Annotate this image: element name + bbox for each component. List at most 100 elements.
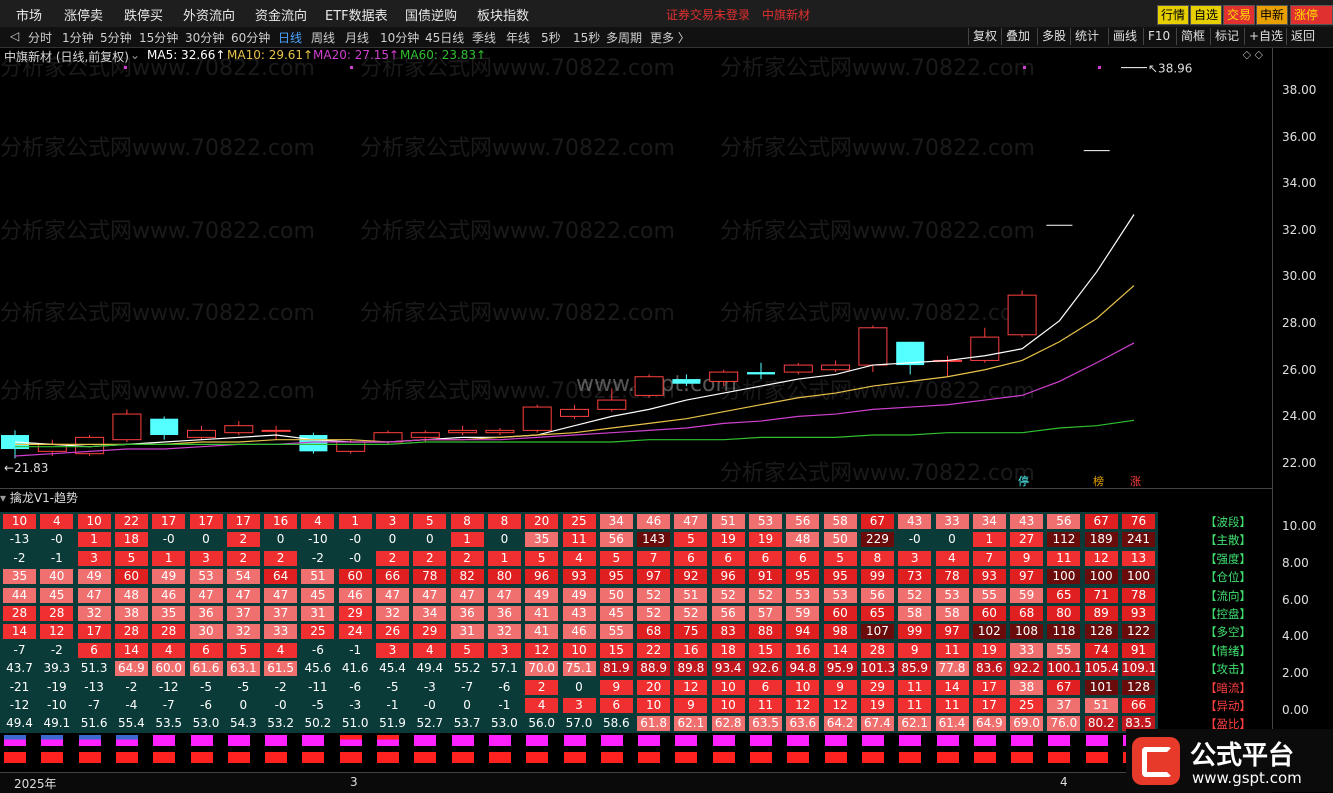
table-cell: 64 — [264, 569, 298, 585]
tool-btn-8[interactable]: +自选 — [1244, 28, 1283, 45]
top-marker-dot — [350, 66, 353, 69]
table-cell: 52 — [637, 606, 671, 621]
signal-square-bottom — [563, 752, 586, 763]
table-cell: 89 — [1084, 606, 1118, 621]
table-cell: 14 — [935, 679, 969, 695]
table-cell: 10 — [786, 679, 820, 695]
table-cell: 8 — [860, 550, 894, 566]
table-cell: 47 — [226, 587, 260, 603]
quick-btn-0[interactable]: 行情 — [1157, 5, 1190, 25]
table-cell: -5 — [237, 679, 250, 694]
period-tab-7[interactable]: 周线 — [311, 29, 335, 46]
month-label-4: 4 — [1060, 775, 1068, 789]
collapse-icon[interactable]: ▾ — [0, 491, 6, 505]
period-tab-0[interactable]: 分时 — [28, 29, 52, 46]
table-cell: 57.0 — [565, 716, 593, 731]
period-tab-13[interactable]: 5秒 — [541, 29, 561, 46]
table-cell: -2 — [125, 679, 138, 694]
table-cell: 122 — [1122, 624, 1155, 640]
table-cell: 91 — [749, 569, 782, 585]
table-cell: 4 — [301, 514, 335, 529]
table-cell: 241 — [1122, 532, 1155, 548]
table-cell: 55 — [1047, 642, 1081, 658]
menu-foreign-flow[interactable]: 外资流向 — [183, 5, 235, 24]
time-axis: 2025年 3 4 — [0, 772, 1272, 793]
signal-square-top — [302, 735, 325, 746]
menu-sector-index[interactable]: 板块指数 — [477, 5, 529, 24]
table-cell: 18 — [114, 532, 148, 548]
signal-square-top — [1085, 735, 1108, 746]
menu-reverse-repo[interactable]: 国债逆购 — [405, 5, 457, 24]
table-cell: 75 — [674, 624, 708, 640]
tool-btn-7[interactable]: 标记 — [1210, 28, 1239, 45]
period-tab-4[interactable]: 30分钟 — [185, 29, 224, 46]
table-cell: 35 — [152, 606, 186, 621]
signal-square-top — [1011, 735, 1034, 746]
table-cell: 3 — [189, 550, 223, 566]
table-cell: 80 — [487, 569, 521, 585]
tool-btn-3[interactable]: 统计 — [1070, 28, 1099, 45]
period-tab-9[interactable]: 10分钟 — [380, 29, 419, 46]
table-cell: 1 — [152, 550, 186, 566]
period-tab-6[interactable]: 日线 — [278, 29, 302, 46]
table-cell: 14 — [823, 642, 857, 658]
diamond-icon[interactable]: ◇ ◇ — [1243, 48, 1263, 61]
candlestick-chart[interactable]: ↖38.96 ←21.83 停 榜 涨 — [0, 62, 1272, 492]
menu-limit-down-buy[interactable]: 跌停买 — [124, 5, 163, 24]
period-tab-15[interactable]: 多周期 — [606, 29, 642, 46]
tool-btn-4[interactable]: 画线 — [1108, 28, 1137, 45]
table-cell: 57 — [749, 606, 782, 621]
quick-btn-2[interactable]: 交易 — [1223, 5, 1256, 25]
candle-body — [858, 327, 888, 366]
menu-capital-flow[interactable]: 资金流向 — [255, 5, 307, 24]
period-tab-12[interactable]: 年线 — [506, 29, 530, 46]
table-cell: -1 — [349, 642, 362, 657]
signal-square-bottom — [1085, 752, 1108, 763]
quick-btn-1[interactable]: 自选 — [1190, 5, 1223, 25]
table-cell: 54 — [226, 569, 260, 585]
back-arrow-icon[interactable]: ◁ — [10, 29, 19, 43]
period-tab-3[interactable]: 15分钟 — [139, 29, 178, 46]
price-tick: 26.00 — [1282, 362, 1317, 377]
quick-btn-3[interactable]: 申新 — [1256, 5, 1289, 25]
period-tab-11[interactable]: 季线 — [472, 29, 496, 46]
menu-etf-data[interactable]: ETF数据表 — [325, 5, 388, 24]
period-tab-1[interactable]: 1分钟 — [62, 29, 94, 46]
table-cell: 19 — [860, 698, 894, 713]
table-cell: 4 — [264, 642, 298, 658]
period-tab-16[interactable]: 更多 〉 — [650, 29, 690, 46]
table-cell: 65 — [1047, 587, 1081, 603]
quick-btn-4[interactable]: 涨停买 — [1290, 5, 1333, 40]
table-cell: 78 — [935, 569, 969, 585]
period-tab-2[interactable]: 5分钟 — [100, 29, 132, 46]
table-cell: -11 — [308, 679, 328, 694]
table-cell: 53.0 — [192, 716, 220, 731]
period-tab-5[interactable]: 60分钟 — [231, 29, 270, 46]
table-cell: -2 — [311, 550, 324, 565]
table-cell: 52 — [749, 587, 782, 603]
table-cell: 12 — [1084, 550, 1118, 566]
table-cell: 46 — [562, 624, 596, 640]
period-tab-14[interactable]: 15秒 — [573, 29, 600, 46]
menu-market[interactable]: 市场 — [16, 5, 42, 24]
signal-square-top — [265, 735, 288, 746]
low-price-label: ←21.83 — [4, 461, 48, 475]
tool-btn-2[interactable]: 多股 — [1037, 28, 1066, 45]
tool-btn-9[interactable]: 返回 — [1286, 28, 1315, 45]
tool-btn-1[interactable]: 叠加 — [1001, 28, 1030, 45]
table-cell: 10 — [3, 514, 36, 529]
table-cell: 61.4 — [935, 716, 969, 732]
period-tab-10[interactable]: 45日线 — [425, 29, 464, 46]
table-cell: 100.1 — [1047, 661, 1082, 677]
period-tab-8[interactable]: 月线 — [345, 29, 369, 46]
table-cell: 2 — [525, 679, 559, 695]
tool-btn-5[interactable]: F10 — [1143, 28, 1170, 45]
table-cell: 80.2 — [1084, 716, 1118, 732]
tool-btn-6[interactable]: 简框 — [1176, 28, 1205, 45]
tool-btn-0[interactable]: 复权 — [968, 28, 997, 45]
table-cell: 66 — [1122, 698, 1155, 713]
table-cell: 143 — [637, 532, 671, 548]
table-cell: 6 — [749, 550, 782, 566]
menu-limit-up-sell[interactable]: 涨停卖 — [64, 5, 103, 24]
row-tag: 【强度】 — [1205, 551, 1251, 566]
